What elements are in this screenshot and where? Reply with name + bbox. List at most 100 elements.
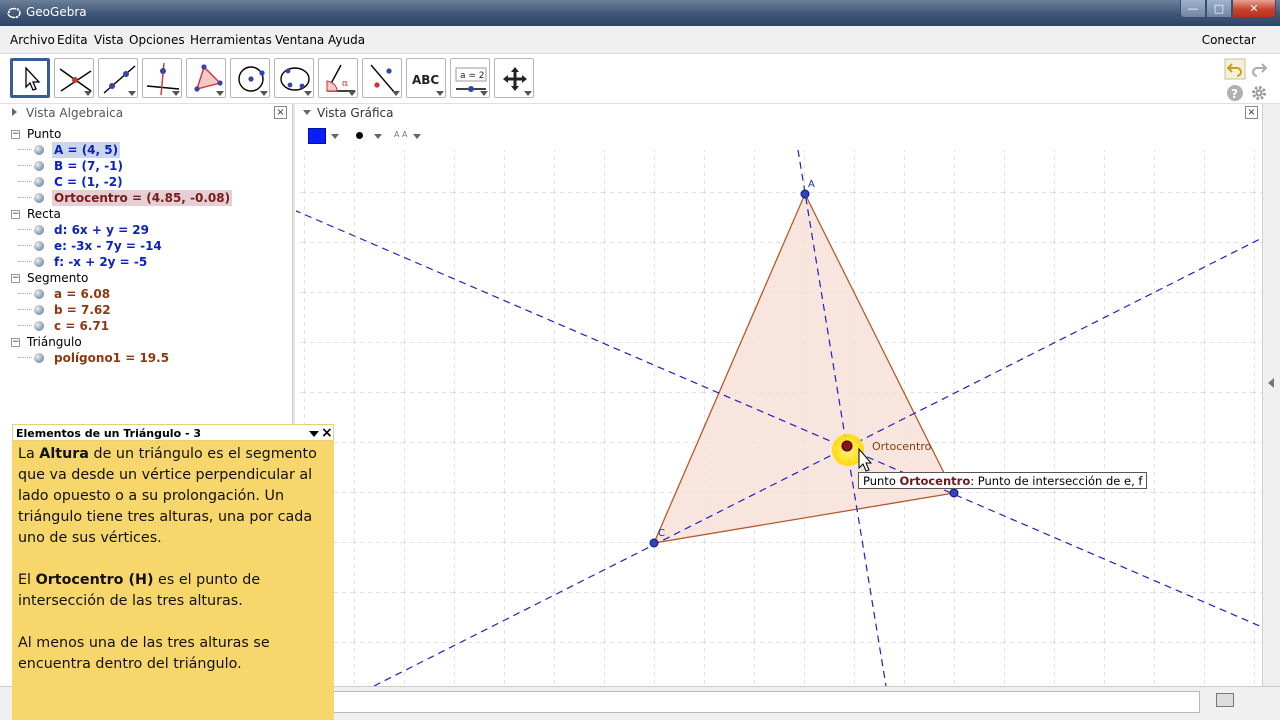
move-view-tool-button[interactable]	[494, 58, 534, 98]
note-paragraph-1: La Altura de un triángulo es el segmento…	[18, 446, 317, 546]
geometry-drawing: A C Ortocentro	[296, 150, 1262, 686]
note-paragraph-3: Al menos una de las tres alturas se encu…	[18, 635, 270, 672]
text-tool-button[interactable]: ABC	[406, 58, 446, 98]
slider-tool-label: a = 2	[460, 71, 485, 81]
segment-b-value[interactable]: b = 7.62	[52, 302, 113, 318]
conic-tool-button[interactable]	[274, 58, 314, 98]
orthocenter-value[interactable]: Ortocentro = (4.85, -0.08)	[52, 190, 233, 206]
note-header: Elementos de un Triángulo - 3 ×	[12, 424, 334, 441]
svg-text:?: ?	[1231, 87, 1238, 101]
point-a-value[interactable]: A = (4, 5)	[52, 142, 121, 158]
label-style-icon[interactable]: A A	[394, 130, 408, 139]
visibility-toggle-icon[interactable]	[34, 241, 44, 251]
visibility-toggle-icon[interactable]	[34, 289, 44, 299]
window-title: GeoGebra	[26, 5, 87, 19]
right-panel-handle[interactable]	[1262, 104, 1280, 686]
point-c[interactable]	[649, 538, 659, 548]
minimize-button[interactable]: —	[1180, 0, 1206, 18]
label-style-dropdown-icon[interactable]	[413, 134, 421, 139]
note-paragraph-2: El Ortocentro (H) es el punto de interse…	[18, 572, 261, 609]
collapse-icon: −	[11, 337, 20, 347]
color-swatch[interactable]	[308, 128, 326, 144]
point-b-value[interactable]: B = (7, -1)	[52, 158, 125, 174]
visibility-toggle-icon[interactable]	[34, 225, 44, 235]
line-e-value[interactable]: e: -3x - 7y = -14	[52, 238, 164, 254]
line-tool-button[interactable]	[98, 58, 138, 98]
geogebra-window: GeoGebra — □ ✕ Archivo Edita Vista Opcio…	[0, 0, 1280, 720]
point-style-dropdown-icon[interactable]	[374, 134, 382, 139]
segment-c-value[interactable]: c = 6.71	[52, 318, 111, 334]
circle-tool-button[interactable]	[230, 58, 270, 98]
text-tool-label: ABC	[412, 73, 439, 87]
orthocenter-label: Ortocentro	[872, 440, 932, 453]
expand-arrow-icon[interactable]	[12, 108, 17, 116]
reflect-tool-button[interactable]	[362, 58, 402, 98]
segment-a-value[interactable]: a = 6.08	[52, 286, 112, 302]
input-field[interactable]	[332, 691, 1200, 713]
collapse-icon: −	[11, 209, 20, 219]
visibility-toggle-icon[interactable]	[34, 193, 44, 203]
help-icon[interactable]: ?	[1226, 84, 1244, 102]
visibility-toggle-icon[interactable]	[34, 161, 44, 171]
graphics-view-title: Vista Gráfica	[317, 106, 394, 120]
collapse-icon: −	[11, 273, 20, 283]
color-dropdown-icon[interactable]	[331, 134, 339, 139]
note-close-icon[interactable]: ×	[321, 425, 333, 441]
gear-icon[interactable]	[1250, 84, 1268, 102]
redo-icon[interactable]	[1248, 58, 1270, 80]
point-c-value[interactable]: C = (1, -2)	[52, 174, 125, 190]
point-c-label: C	[658, 528, 665, 539]
orthocenter-point[interactable]	[841, 440, 853, 452]
title-bar: GeoGebra — □ ✕	[0, 0, 1280, 26]
point-style-icon[interactable]	[356, 132, 363, 139]
move-icon	[25, 66, 41, 91]
menu-archivo[interactable]: Archivo	[10, 33, 55, 47]
close-button[interactable]: ✕	[1232, 0, 1276, 18]
style-bar: A A	[296, 124, 1262, 150]
line-f-value[interactable]: f: -x + 2y = -5	[52, 254, 149, 270]
expand-left-icon[interactable]	[1268, 378, 1274, 388]
menu-herramientas[interactable]: Herramientas	[190, 33, 272, 47]
collapse-arrow-icon[interactable]	[303, 110, 311, 115]
visibility-toggle-icon[interactable]	[34, 257, 44, 267]
connect-link[interactable]: Conectar	[1202, 33, 1256, 47]
menu-vista[interactable]: Vista	[94, 33, 124, 47]
algebra-view-title: Vista Algebraica	[26, 106, 124, 120]
point-a[interactable]	[800, 189, 810, 199]
close-algebra-view-button[interactable]: ×	[274, 106, 287, 119]
undo-icon[interactable]	[1224, 58, 1246, 80]
menu-ventana[interactable]: Ventana	[275, 33, 324, 47]
algebra-tree: − Punto A = (4, 5) B = (7, -1) C = (1, -2…	[11, 127, 233, 366]
visibility-toggle-icon[interactable]	[34, 321, 44, 331]
angle-tool-button[interactable]: α	[318, 58, 358, 98]
note-collapse-icon[interactable]	[309, 431, 319, 437]
line-d-value[interactable]: d: 6x + y = 29	[52, 222, 151, 238]
point-tool-button[interactable]	[54, 58, 94, 98]
svg-text:α: α	[342, 79, 348, 89]
algebra-view-header: Vista Algebraica ×	[6, 104, 290, 122]
graphics-view-header: Vista Gráfica ×	[296, 104, 1262, 122]
menu-edita[interactable]: Edita	[57, 33, 88, 47]
keyboard-icon[interactable]	[1216, 693, 1234, 707]
polygon-tool-button[interactable]	[186, 58, 226, 98]
perpendicular-tool-button[interactable]	[142, 58, 182, 98]
visibility-toggle-icon[interactable]	[34, 305, 44, 315]
maximize-button[interactable]: □	[1206, 0, 1232, 18]
close-graphics-view-button[interactable]: ×	[1245, 106, 1258, 119]
polygon-value[interactable]: polígono1 = 19.5	[52, 350, 171, 366]
menu-ayuda[interactable]: Ayuda	[328, 33, 365, 47]
menu-bar: Archivo Edita Vista Opciones Herramienta…	[0, 26, 1280, 54]
geogebra-logo-icon	[7, 7, 21, 19]
graphics-canvas[interactable]: A C Ortocentro	[296, 150, 1262, 686]
visibility-toggle-icon[interactable]	[34, 145, 44, 155]
move-tool-button[interactable]	[10, 58, 50, 98]
visibility-toggle-icon[interactable]	[34, 177, 44, 187]
note-body: La Altura de un triángulo es el segmento…	[12, 441, 334, 720]
menu-opciones[interactable]: Opciones	[129, 33, 185, 47]
tooltip: Punto Ortocentro: Punto de intersección …	[858, 472, 1148, 489]
visibility-toggle-icon[interactable]	[34, 353, 44, 363]
collapse-icon: −	[11, 129, 20, 139]
toolbar: α ABC a = 2 ?	[0, 54, 1280, 104]
slider-tool-button[interactable]: a = 2	[450, 58, 490, 98]
point-b[interactable]	[949, 488, 959, 498]
